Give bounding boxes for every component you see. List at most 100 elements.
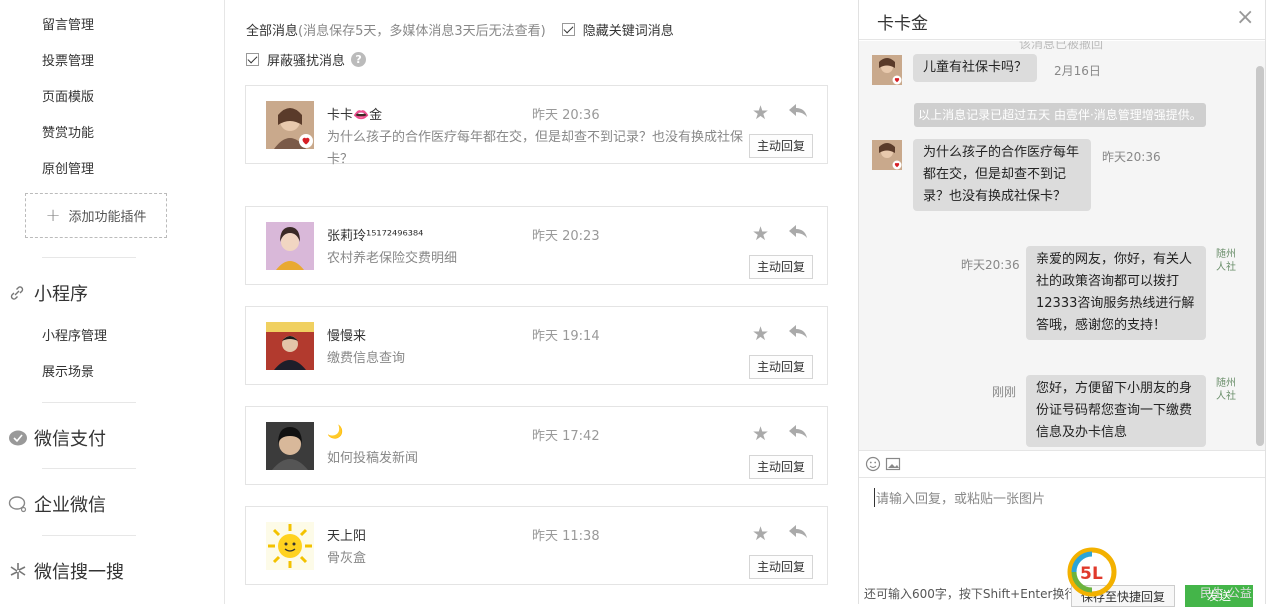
message-time: 昨天 19:14 <box>532 329 600 344</box>
sender-name: 天上阳 <box>327 529 367 544</box>
message-time: 昨天 20:36 <box>532 108 600 123</box>
sender-name: 慢慢来 <box>327 329 367 344</box>
reply-button[interactable]: 主动回复 <box>749 355 813 379</box>
message-text: 骨灰盒 <box>327 551 367 566</box>
sidebar-item-rewards[interactable]: 赞赏功能 <box>42 122 94 141</box>
sidebar: 留言管理 投票管理 页面模版 赞赏功能 原创管理 + 添加功能插件 小程序 小程… <box>0 0 225 604</box>
reply-icon[interactable] <box>788 523 808 543</box>
help-icon[interactable]: ? <box>351 52 367 67</box>
message-text: 缴费信息查询 <box>327 351 406 366</box>
reply-icon[interactable] <box>788 423 808 443</box>
chat-bubble-received: 为什么孩子的合作医疗每年都在交，但是却查不到记录？也没有换成社保卡？ <box>913 139 1091 211</box>
reply-icon[interactable] <box>788 323 808 343</box>
sidebar-section-mini-program[interactable]: 小程序 <box>8 280 88 306</box>
search-sparkle-icon <box>8 561 34 581</box>
watermark-logo: 5L <box>1066 546 1118 598</box>
avatar <box>266 422 314 470</box>
chat-bubble-sent: 您好，方便留下小朋友的身份证号码帮您查询一下缴费信息及办卡信息 <box>1026 375 1206 447</box>
chat-header: 卡卡金 × <box>859 0 1265 40</box>
avatar <box>872 140 902 170</box>
add-plugin-label: 添加功能插件 <box>68 210 147 225</box>
message-time: 刚刚 <box>992 385 1017 399</box>
account-signature: 随州人社 <box>1216 378 1236 402</box>
divider <box>42 535 136 536</box>
message-filter-bar: 全部消息 (消息保存5天，多媒体消息3天后无法查看) 隐藏关键词消息 <box>246 20 674 39</box>
message-card[interactable]: 慢慢来 昨天 19:14 缴费信息查询 ★ 主动回复 <box>245 306 828 385</box>
hide-keyword-option[interactable]: 隐藏关键词消息 <box>561 20 674 39</box>
sidebar-item-mini-program-manage[interactable]: 小程序管理 <box>42 325 107 344</box>
sidebar-section-label: 微信搜一搜 <box>34 562 124 583</box>
avatar <box>266 222 314 270</box>
image-icon[interactable] <box>885 456 901 476</box>
work-wechat-icon <box>8 495 34 513</box>
all-messages-label[interactable]: 全部消息 <box>246 20 298 39</box>
chat-title: 卡卡金 <box>877 14 928 34</box>
message-card[interactable]: 张莉玲¹⁵¹⁷²⁴⁹⁶³⁸⁴ 昨天 20:23 农村养老保险交费明细 ★ 主动回… <box>245 206 828 285</box>
chat-bubble-sent: 亲爱的网友，你好，有关人社的政策咨询都可以拨打12333咨询服务热线进行解答哦，… <box>1026 246 1206 340</box>
message-list-panel: 全部消息 (消息保存5天，多媒体消息3天后无法查看) 隐藏关键词消息 屏蔽骚扰消… <box>226 0 848 604</box>
sidebar-section-wechat-search[interactable]: 微信搜一搜 <box>8 558 124 584</box>
message-text: 如何投稿发新闻 <box>327 451 419 466</box>
block-harass-label: 屏蔽骚扰消息 <box>267 54 346 69</box>
svg-text:L: L <box>1092 564 1103 584</box>
add-plugin-button[interactable]: + 添加功能插件 <box>25 193 167 238</box>
emoji-icon[interactable] <box>865 456 881 476</box>
message-time: 2月16日 <box>1054 64 1101 78</box>
hide-keyword-label: 隐藏关键词消息 <box>582 24 674 39</box>
sidebar-section-work-wechat[interactable]: 企业微信 <box>8 491 106 517</box>
star-icon[interactable]: ★ <box>752 423 769 445</box>
message-card[interactable]: 卡卡👄金 昨天 20:36 为什么孩子的合作医疗每年都在交，但是却查不到记录？也… <box>245 85 828 167</box>
block-harass-row: 屏蔽骚扰消息 ? <box>246 50 367 69</box>
message-time: 昨天 17:42 <box>532 429 600 444</box>
chat-bubble-received: 儿童有社保卡吗？ <box>913 54 1038 82</box>
message-card[interactable]: 天上阳 昨天 11:38 骨灰盒 ★ 主动回复 <box>245 506 828 585</box>
star-icon[interactable]: ★ <box>752 523 769 545</box>
divider <box>42 402 136 403</box>
sidebar-item-display-scenes[interactable]: 展示场景 <box>42 361 94 380</box>
sidebar-item-votes[interactable]: 投票管理 <box>42 50 94 69</box>
sidebar-section-wechat-pay[interactable]: 微信支付 <box>8 425 106 451</box>
avatar <box>266 322 314 370</box>
message-time: 昨天 20:23 <box>532 229 600 244</box>
block-harass-checkbox[interactable] <box>246 53 259 66</box>
divider <box>42 257 136 258</box>
reply-button[interactable]: 主动回复 <box>749 255 813 279</box>
reply-input-placeholder: 请输入回复，或粘贴一张图片 <box>874 488 1045 507</box>
sidebar-item-original[interactable]: 原创管理 <box>42 158 94 177</box>
link-icon <box>8 284 34 302</box>
chat-toolbar <box>859 450 1265 478</box>
chat-history[interactable]: 该消息已被撤回 儿童有社保卡吗？ 2月16日 以上消息记录已超过五天 由壹伴·消… <box>859 41 1265 450</box>
svg-text:5: 5 <box>1080 564 1092 584</box>
reply-button[interactable]: 主动回复 <box>749 134 813 158</box>
star-icon[interactable]: ★ <box>752 102 769 124</box>
all-messages-hint: (消息保存5天，多媒体消息3天后无法查看) <box>298 24 546 39</box>
block-harass-option[interactable]: 屏蔽骚扰消息 <box>246 50 345 69</box>
sidebar-item-comments[interactable]: 留言管理 <box>42 14 94 33</box>
reply-icon[interactable] <box>788 102 808 122</box>
reply-icon[interactable] <box>788 223 808 243</box>
message-text: 农村养老保险交费明细 <box>327 251 458 266</box>
chat-dialog: 卡卡金 × 该消息已被撤回 儿童有社保卡吗？ 2月16日 以上消息记录已超过五天… <box>858 0 1266 607</box>
sidebar-section-label: 企业微信 <box>34 495 106 516</box>
sidebar-section-label: 微信支付 <box>34 429 106 450</box>
message-time: 昨天 11:38 <box>532 529 600 544</box>
account-signature: 随州人社 <box>1216 249 1236 273</box>
sidebar-section-label: 小程序 <box>34 284 88 305</box>
system-notice: 以上消息记录已超过五天 由壹伴·消息管理增强提供。 <box>914 103 1206 127</box>
star-icon[interactable]: ★ <box>752 223 769 245</box>
sender-name: 张莉玲¹⁵¹⁷²⁴⁹⁶³⁸⁴ <box>327 229 424 244</box>
reply-button[interactable]: 主动回复 <box>749 555 813 579</box>
hide-keyword-checkbox[interactable] <box>561 23 575 36</box>
star-icon[interactable]: ★ <box>752 323 769 345</box>
recalled-notice: 该消息已被撤回 <box>1019 41 1104 51</box>
message-time: 昨天20:36 <box>961 258 1020 272</box>
scrollbar[interactable] <box>1256 66 1264 446</box>
avatar <box>266 522 314 570</box>
avatar <box>266 101 314 149</box>
reply-input[interactable]: 请输入回复，或粘贴一张图片 <box>859 479 1265 579</box>
reply-button[interactable]: 主动回复 <box>749 455 813 479</box>
sidebar-item-page-templates[interactable]: 页面模版 <box>42 86 94 105</box>
close-icon[interactable]: × <box>1236 7 1254 29</box>
message-card[interactable]: 🌙 昨天 17:42 如何投稿发新闻 ★ 主动回复 <box>245 406 828 485</box>
message-text: 为什么孩子的合作医疗每年都在交，但是却查不到记录？也没有换成社保卡？ <box>327 130 744 167</box>
